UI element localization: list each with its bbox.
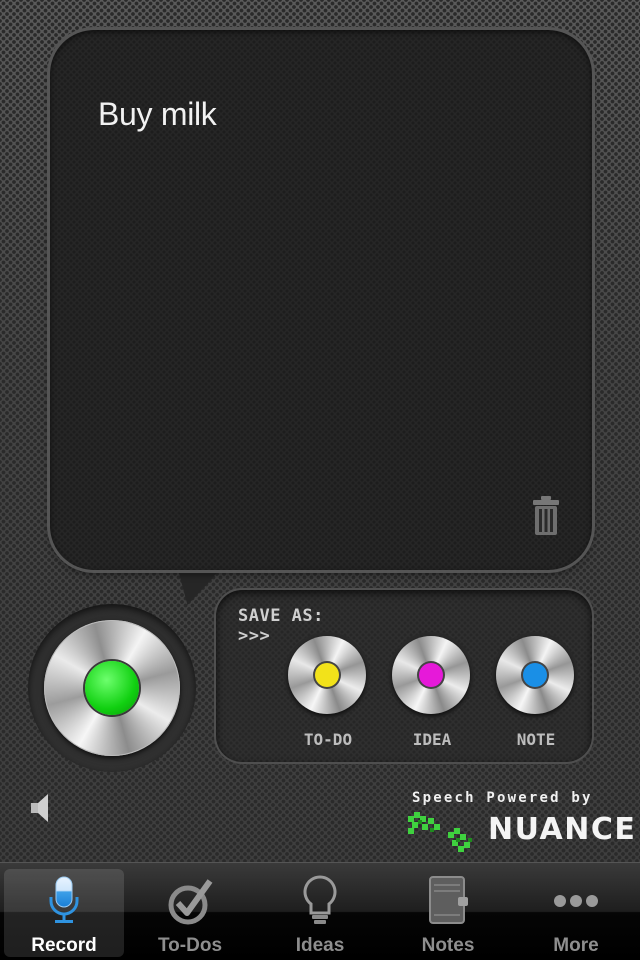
save-todo-button[interactable] bbox=[288, 636, 366, 714]
trash-icon[interactable] bbox=[532, 496, 560, 536]
tab-todos[interactable]: To-Dos bbox=[130, 869, 250, 957]
nuance-wordmark: NUANCE bbox=[488, 812, 637, 847]
nuance-logo-icon bbox=[408, 812, 472, 852]
idea-color-dot bbox=[419, 663, 443, 687]
tab-todos-label: To-Dos bbox=[157, 935, 223, 956]
notebook-icon bbox=[429, 876, 468, 924]
save-todo-label: TO-DO bbox=[303, 730, 353, 749]
record-indicator-dot bbox=[85, 661, 139, 715]
tab-more[interactable]: More bbox=[516, 869, 636, 957]
todo-color-dot bbox=[315, 663, 339, 687]
microphone-icon bbox=[49, 876, 79, 923]
lightbulb-icon bbox=[303, 875, 337, 924]
transcription-text[interactable]: Buy milk bbox=[98, 96, 217, 133]
tab-record[interactable]: Record bbox=[4, 869, 124, 957]
tab-notes[interactable]: Notes bbox=[388, 869, 508, 957]
save-idea-button[interactable] bbox=[392, 636, 470, 714]
note-color-dot bbox=[523, 663, 547, 687]
tab-bar: Record To-Dos Ideas Notes More bbox=[0, 862, 640, 960]
powered-by-text: Speech Powered by bbox=[412, 790, 593, 806]
tab-ideas[interactable]: Ideas bbox=[260, 869, 380, 957]
tab-record-label: Record bbox=[31, 935, 97, 956]
save-note-button[interactable] bbox=[496, 636, 574, 714]
save-idea-label: IDEA bbox=[412, 730, 452, 749]
speaker-icon[interactable] bbox=[30, 792, 52, 824]
tab-more-label: More bbox=[553, 935, 599, 956]
tab-ideas-label: Ideas bbox=[295, 935, 345, 956]
more-icon bbox=[554, 895, 598, 907]
checkmark-icon bbox=[168, 879, 213, 925]
tab-notes-label: Notes bbox=[421, 935, 475, 956]
record-button[interactable] bbox=[44, 620, 180, 756]
save-note-label: NOTE bbox=[516, 730, 556, 749]
